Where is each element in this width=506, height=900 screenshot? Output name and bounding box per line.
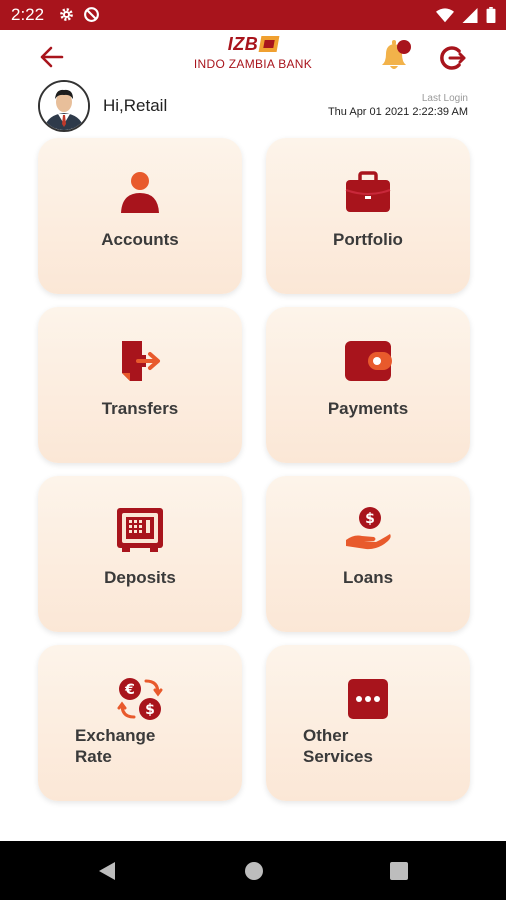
back-arrow-icon [40,46,64,68]
tile-label: Deposits [104,568,176,587]
back-button[interactable] [36,42,68,72]
brand-short: IZB [227,34,259,54]
tile-loans[interactable]: $ Loans [266,476,470,632]
user-avatar-icon [40,82,88,130]
avatar [38,80,90,132]
tile-portfolio[interactable]: Portfolio [266,138,470,294]
notification-bell-icon [382,40,411,69]
last-login-value: Thu Apr 01 2021 2:22:39 AM [327,106,468,118]
svg-text:€: € [124,682,135,698]
tile-transfers[interactable]: Transfers [38,307,242,463]
nav-back-icon[interactable] [98,861,116,881]
brand-name: INDO ZAMBIA BANK [193,57,313,71]
system-nav-bar [0,841,506,900]
currency-exchange-icon: € $ [117,678,163,720]
user-info: Hi,Retail Last Login Thu Apr 01 2021 2:2… [0,78,506,134]
tile-label: Portfolio [333,230,403,249]
status-bar: 2:22 [0,0,506,30]
tile-label: Accounts [101,230,179,249]
safe-icon [117,508,163,552]
tile-accounts[interactable]: Accounts [38,138,242,294]
tile-label: Exchange Rate [38,725,242,767]
battery-icon [486,7,496,23]
signal-icon [462,7,478,23]
status-time: 2:22 [11,5,45,24]
nav-home-icon[interactable] [244,861,264,881]
briefcase-icon [345,171,391,212]
wallet-icon [345,341,392,381]
nav-recents-icon[interactable] [389,861,409,881]
user-icon [121,172,159,213]
tile-label-line1: Other [303,726,349,745]
wifi-icon [436,7,454,22]
tile-label: Payments [327,399,409,418]
svg-text:$: $ [145,702,155,718]
tile-label-line2: Rate [75,747,112,766]
tile-label-line2: Services [303,747,373,766]
loan-hand-coin-icon: $ [346,507,391,550]
brand-logo: IZB INDO ZAMBIA BANK [175,34,331,71]
greeting: Hi,Retail [103,96,168,115]
data-saver-icon [84,7,99,22]
logout-button[interactable] [440,44,468,72]
tile-deposits[interactable]: Deposits [38,476,242,632]
tile-label: Other Services [266,725,470,767]
tile-label: Transfers [101,399,179,418]
tile-label-line1: Exchange [75,726,156,745]
transfer-icon [122,341,160,381]
tile-exchange-rate[interactable]: € $ Exchange Rate [38,645,242,801]
tile-payments[interactable]: Payments [266,307,470,463]
last-login-label: Last Login [421,93,468,104]
tile-label: Loans [342,568,394,587]
notifications-button[interactable] [377,38,415,74]
brand-flag-icon [258,36,280,52]
tile-other-services[interactable]: Other Services [266,645,470,801]
gear-icon [60,8,73,21]
logout-icon [440,46,466,70]
more-dots-icon [348,679,388,719]
svg-text:$: $ [365,511,375,527]
